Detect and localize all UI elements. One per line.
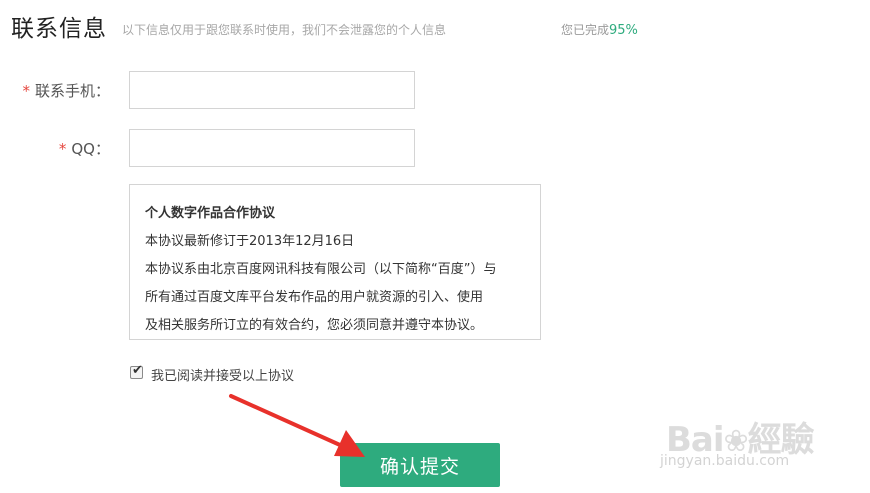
- submit-button[interactable]: 确认提交: [340, 443, 500, 487]
- watermark: Bai❀經驗 jingyan.baidu.com: [660, 398, 830, 478]
- section-title: 联系信息: [11, 16, 107, 42]
- agreement-title: 个人数字作品合作协议: [145, 206, 276, 221]
- phone-label-text: 联系手机：: [34, 82, 110, 100]
- section-header: 联系信息 以下信息仅用于跟您联系时使用，我们不会泄露您的个人信息 您已完成95%: [11, 9, 671, 43]
- watermark-url: jingyan.baidu.com: [660, 453, 790, 469]
- arrow-shaft: [229, 394, 342, 447]
- phone-label: * 联系手机：: [22, 80, 110, 101]
- phone-row: * 联系手机：: [0, 71, 430, 109]
- agreement-box[interactable]: 个人数字作品合作协议 本协议最新修订于2013年12月16日 本协议系由北京百度…: [129, 184, 541, 340]
- agreement-line: 所有通过百度文库平台发布作品的用户就资源的引入、使用: [145, 290, 484, 305]
- privacy-note: 以下信息仅用于跟您联系时使用，我们不会泄露您的个人信息: [122, 23, 447, 37]
- accept-checkbox[interactable]: ✔: [130, 363, 143, 379]
- agreement-line: 及相关服务所订立的有效合约，您必须同意并遵守本协议。: [145, 318, 484, 333]
- checkmark-icon: ✔: [132, 363, 143, 378]
- required-mark: *: [58, 140, 67, 158]
- required-mark: *: [22, 82, 30, 100]
- agreement-line: 本协议最新修订于2013年12月16日: [145, 234, 355, 249]
- accept-label[interactable]: 我已阅读并接受以上协议: [151, 365, 294, 384]
- phone-input[interactable]: [129, 71, 415, 109]
- qq-label: * QQ：: [59, 138, 110, 159]
- accept-agreement[interactable]: ✔ 我已阅读并接受以上协议: [130, 363, 330, 385]
- completion-status: 您已完成95%: [561, 21, 638, 38]
- qq-label-text: QQ：: [71, 140, 110, 158]
- qq-row: * QQ：: [0, 129, 430, 167]
- completion-percent: 95%: [609, 23, 638, 38]
- completion-label: 您已完成: [561, 23, 610, 37]
- agreement-line: 本协议系由北京百度网讯科技有限公司（以下简称“百度”）与: [145, 262, 497, 277]
- qq-input[interactable]: [129, 129, 415, 167]
